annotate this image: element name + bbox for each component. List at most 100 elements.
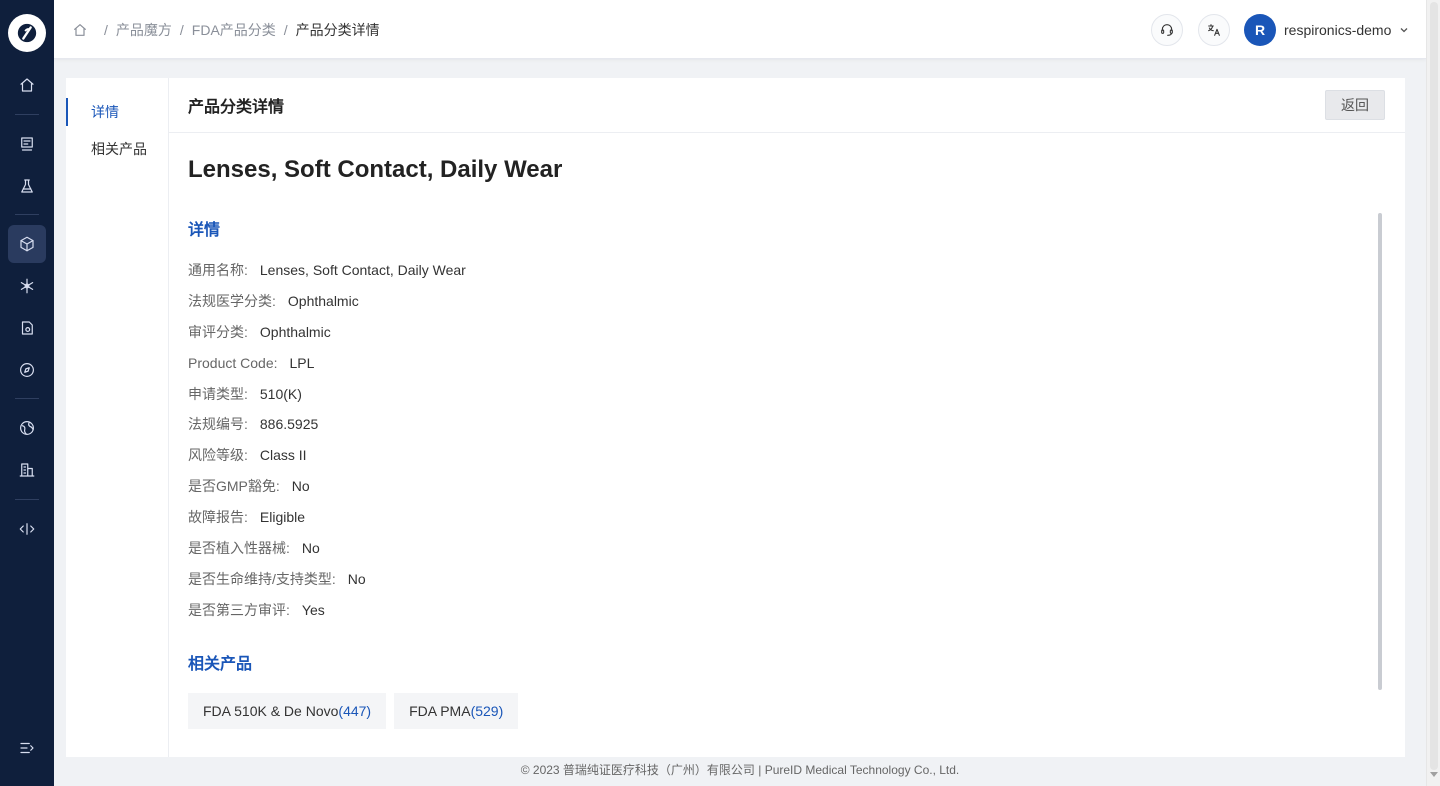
nav-api[interactable]	[8, 510, 46, 548]
compass-icon	[20, 363, 34, 377]
related-product-label: FDA PMA	[409, 703, 471, 719]
property-label: 审评分类:	[188, 323, 248, 340]
headset-icon	[1161, 24, 1173, 36]
nav-global[interactable]	[8, 409, 46, 447]
property-label: 是否GMP豁免:	[188, 478, 280, 495]
property-value: Lenses, Soft Contact, Daily Wear	[259, 262, 466, 278]
building-icon	[19, 463, 35, 477]
product-heading: Lenses, Soft Contact, Daily Wear	[188, 156, 563, 183]
card-header: 产品分类详情 返回	[169, 78, 1405, 133]
related-product-label: FDA 510K & De Novo	[203, 703, 339, 719]
rail-divider	[15, 214, 39, 215]
breadcrumb-separator: /	[179, 22, 184, 38]
property-label: 法规医学分类:	[188, 292, 276, 309]
flask-icon	[21, 179, 33, 193]
user-menu[interactable]: R respironics-demo	[1244, 14, 1409, 46]
property-row: Product Code: LPL	[188, 353, 466, 384]
breadcrumb-item-fda-classification[interactable]: FDA产品分类	[192, 20, 276, 40]
nav-documents[interactable]	[8, 309, 46, 347]
property-value: LPL	[289, 354, 315, 371]
related-product-fda-510k[interactable]: FDA 510K & De Novo (447)	[188, 693, 387, 729]
breadcrumb-separator: /	[283, 22, 288, 38]
property-label: Product Code:	[188, 354, 278, 371]
property-label: 风险等级:	[188, 447, 248, 464]
property-value: Ophthalmic	[259, 323, 331, 340]
rail-divider	[15, 114, 39, 115]
app-logo[interactable]	[8, 14, 46, 52]
breadcrumb: / 产品魔方 / FDA产品分类 / 产品分类详情	[72, 20, 380, 40]
collapse-icon	[20, 742, 34, 754]
rail-divider	[15, 398, 39, 399]
section-nav: 详情 相关产品	[66, 78, 169, 757]
property-value: Yes	[301, 601, 325, 618]
report-icon	[21, 137, 33, 151]
property-value: No	[347, 570, 366, 587]
home-icon[interactable]	[72, 22, 88, 38]
breadcrumb-current: 产品分类详情	[295, 22, 380, 38]
top-header: / 产品魔方 / FDA产品分类 / 产品分类详情 R respironics-…	[54, 0, 1426, 59]
translate-icon	[1208, 24, 1220, 36]
related-products-list: FDA 510K & De Novo (447) FDA PMA (529)	[188, 693, 526, 729]
related-products-section-title: 相关产品	[188, 656, 253, 673]
details-section-title: 详情	[188, 222, 221, 239]
username: respironics-demo	[1284, 22, 1392, 38]
property-label: 申请类型:	[188, 385, 248, 402]
support-button[interactable]	[1151, 14, 1183, 46]
document-icon	[21, 321, 33, 335]
nav-explore[interactable]	[8, 351, 46, 389]
globe-icon	[20, 421, 34, 435]
section-nav-details[interactable]: 详情	[66, 98, 168, 126]
footer-copyright: © 2023 普瑞纯证医疗科技（广州）有限公司 | PureID Medical…	[520, 763, 960, 777]
related-product-count: (447)	[338, 703, 372, 719]
language-button[interactable]	[1198, 14, 1230, 46]
detail-content: Lenses, Soft Contact, Daily Wear 详情 通用名称…	[188, 156, 1368, 756]
page-scrollbar-thumb[interactable]	[1430, 2, 1438, 770]
property-row: 是否GMP豁免: No	[188, 476, 466, 507]
property-label: 是否生命维持/支持类型:	[188, 570, 336, 587]
property-label: 是否第三方审评:	[188, 601, 290, 618]
property-row: 是否植入性器械: No	[188, 538, 466, 569]
property-row: 是否生命维持/支持类型: No	[188, 569, 466, 600]
nav-company[interactable]	[8, 451, 46, 489]
cube-icon	[20, 236, 34, 252]
property-label: 故障报告:	[188, 509, 248, 526]
nav-product-cube[interactable]	[8, 225, 46, 263]
property-label: 通用名称:	[188, 262, 248, 278]
avatar: R	[1244, 14, 1276, 46]
collapse-sidebar-button[interactable]	[8, 729, 46, 767]
related-product-count: (529)	[470, 703, 504, 719]
nav-home[interactable]	[8, 66, 46, 104]
property-row: 风险等级: Class II	[188, 445, 466, 476]
property-value: Eligible	[259, 509, 306, 526]
property-row: 申请类型: 510(K)	[188, 384, 466, 415]
logo-mark-icon	[17, 23, 37, 43]
nav-reports[interactable]	[8, 125, 46, 163]
nav-lab[interactable]	[8, 167, 46, 205]
property-value: No	[301, 540, 320, 557]
property-label: 法规编号:	[188, 416, 248, 433]
back-button[interactable]: 返回	[1325, 90, 1385, 120]
code-icon	[19, 523, 35, 535]
breadcrumb-separator: /	[104, 22, 108, 38]
property-label: 是否植入性器械:	[188, 540, 290, 557]
home-icon	[20, 78, 34, 92]
property-value: Ophthalmic	[287, 292, 359, 309]
page-scrollbar[interactable]	[1426, 0, 1440, 786]
page-title: 产品分类详情	[188, 99, 285, 116]
property-row: 法规医学分类: Ophthalmic	[188, 291, 466, 322]
section-nav-related-products[interactable]: 相关产品	[66, 135, 168, 163]
property-row: 通用名称: Lenses, Soft Contact, Daily Wear	[188, 260, 466, 291]
breadcrumb-item-product-cube[interactable]: 产品魔方	[116, 20, 172, 40]
property-value: 886.5925	[259, 416, 319, 433]
property-row: 法规编号: 886.5925	[188, 414, 466, 445]
content-scrollbar[interactable]	[1378, 213, 1382, 690]
related-product-fda-pma[interactable]: FDA PMA (529)	[394, 693, 519, 729]
snowflake-icon	[20, 278, 34, 294]
chevron-down-icon	[1400, 28, 1408, 33]
property-row: 审评分类: Ophthalmic	[188, 322, 466, 353]
detail-card: 详情 相关产品 产品分类详情 返回 Lenses, Soft Contact, …	[66, 78, 1405, 757]
nav-snowflake[interactable]	[8, 267, 46, 305]
property-value: Class II	[259, 447, 307, 464]
scroll-down-arrow-icon[interactable]	[1430, 772, 1438, 777]
property-value: No	[291, 478, 310, 495]
